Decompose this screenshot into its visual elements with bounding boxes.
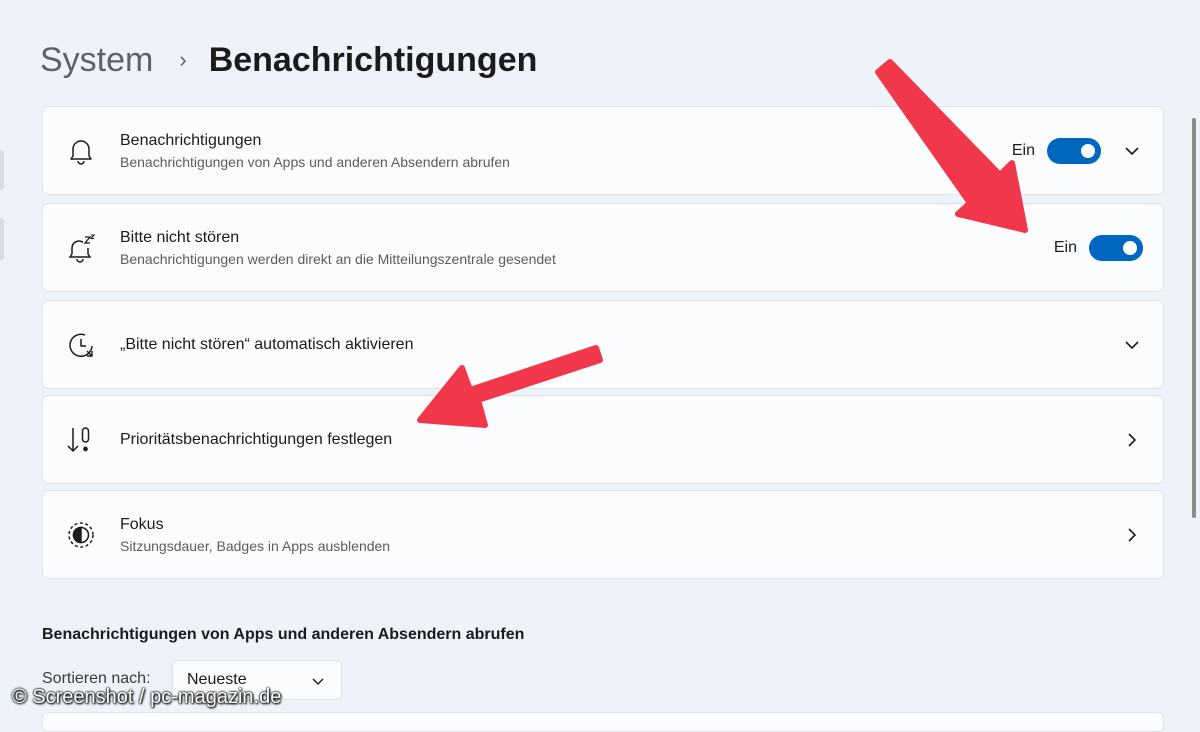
clock-schedule-icon — [65, 329, 97, 361]
nav-pane-edge — [0, 218, 4, 260]
auto-dnd-card[interactable]: „Bitte nicht stören“ automatisch aktivie… — [42, 300, 1164, 389]
notifications-card[interactable]: Benachrichtigungen Benachrichtigungen vo… — [42, 106, 1164, 195]
apps-section-title: Benachrichtigungen von Apps und anderen … — [42, 626, 525, 643]
chevron-right-icon[interactable] — [1119, 522, 1145, 548]
app-list-card[interactable] — [42, 712, 1164, 732]
scrollbar[interactable] — [1192, 118, 1196, 518]
watermark: © Screenshot / pc-magazin.de — [12, 686, 282, 708]
focus-icon — [65, 519, 97, 551]
breadcrumb-system-link[interactable]: System — [40, 41, 153, 80]
toggle-state-label: Ein — [1011, 141, 1035, 159]
page-title: Benachrichtigungen — [208, 40, 538, 79]
toggle-state-label: Ein — [1053, 238, 1077, 256]
do-not-disturb-toggle[interactable] — [1089, 234, 1143, 261]
priority-sort-icon — [65, 424, 97, 456]
breadcrumb: System › Benachrichtigungen — [40, 38, 537, 82]
card-title: Prioritätsbenachrichtigungen festlegen — [120, 430, 393, 448]
chevron-down-icon[interactable] — [1119, 138, 1145, 164]
notifications-toggle[interactable] — [1047, 137, 1101, 164]
card-subtitle: Benachrichtigungen werden direkt an die … — [120, 250, 556, 267]
card-title: Bitte nicht stören — [120, 228, 240, 246]
do-not-disturb-card: Bitte nicht stören Benachrichtigungen we… — [42, 203, 1164, 292]
bell-snooze-icon — [65, 232, 97, 264]
bell-icon — [65, 135, 97, 167]
nav-pane-edge — [0, 150, 4, 190]
chevron-right-icon[interactable] — [1119, 427, 1145, 453]
card-subtitle: Sitzungsdauer, Badges in Apps ausblenden — [120, 537, 391, 554]
chevron-down-icon — [311, 673, 325, 691]
breadcrumb-separator: › — [179, 47, 187, 72]
card-subtitle: Benachrichtigungen von Apps und anderen … — [120, 153, 510, 170]
focus-card[interactable]: Fokus Sitzungsdauer, Badges in Apps ausb… — [42, 490, 1164, 579]
card-title: Benachrichtigungen — [120, 131, 262, 149]
chevron-down-icon[interactable] — [1119, 332, 1145, 358]
card-title: Fokus — [120, 515, 164, 533]
priority-notifications-card[interactable]: Prioritätsbenachrichtigungen festlegen — [42, 395, 1164, 484]
card-title: „Bitte nicht stören“ automatisch aktivie… — [120, 335, 414, 353]
